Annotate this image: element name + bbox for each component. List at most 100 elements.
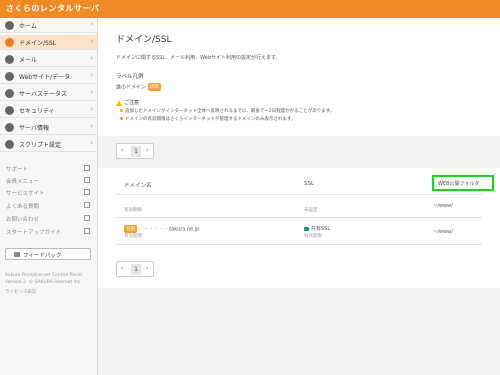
sidebar-item-label: メール — [19, 57, 38, 64]
column-header-web-folder: WEB公開フォルダ — [432, 175, 494, 191]
prev-page-button[interactable]: ‹ — [121, 147, 123, 154]
notice-text: 追加したドメインがインターネット全体へ反映されるまでに、最長で一2日程度かかるこ… — [125, 109, 335, 114]
sidebar-link-label: スタートアップガイド — [6, 230, 62, 236]
ssl-sub: 未設定 — [304, 208, 318, 213]
legend-row: 誰のドメイン 初期 — [116, 83, 161, 91]
footer-version: Version 2. © SAKURA Internet Inc. — [5, 280, 82, 285]
top-bar: さくらのレンタルサーバ — [0, 0, 500, 18]
sidebar-item-web[interactable]: Webサイト/データ › — [0, 69, 97, 84]
sidebar-link-label: サポート — [6, 167, 29, 173]
chevron-right-icon: › — [90, 20, 93, 28]
initial-badge: 初期 — [124, 225, 137, 233]
feedback-button[interactable]: フィードバック — [5, 248, 91, 260]
sidebar-link-faq[interactable]: よくある質問 — [0, 200, 97, 212]
notice-item: ドメインの有効期限はさくらインターネットが管理するドメインのみ表示されます。 — [120, 116, 296, 122]
domain-cell: 初期 ・・・・・・sakura.ne.jp — [124, 225, 199, 233]
bullet-icon — [120, 117, 123, 120]
ssl-expiry: 有効期限 — [304, 234, 322, 239]
column-header-domain: ドメイン名 — [124, 183, 152, 189]
chevron-right-icon: › — [90, 54, 93, 62]
sidebar-item-server-status[interactable]: サーバステータス › — [0, 86, 97, 101]
domain-expiry: 有効期限 — [124, 234, 142, 239]
comment-icon — [14, 252, 20, 257]
sidebar-item-label: Webサイト/データ — [19, 74, 71, 81]
chevron-right-icon: › — [90, 37, 93, 45]
external-link-icon — [84, 228, 90, 234]
table-divider — [116, 244, 482, 245]
prev-page-button[interactable]: ‹ — [121, 265, 123, 272]
pagination-top: ‹ 1 › — [116, 143, 154, 159]
domain-prefix: ・・・・・・ — [138, 226, 169, 233]
sidebar-link-label: サービスサイト — [6, 191, 45, 197]
page-title: ドメイン/SSL — [116, 35, 172, 45]
warning-icon — [116, 99, 122, 106]
notice-heading: ご注意 — [116, 99, 139, 106]
sidebar-link-support[interactable]: サポート — [0, 163, 97, 175]
script-icon — [5, 140, 14, 149]
initial-badge: 初期 — [147, 83, 161, 91]
shield-icon — [5, 106, 14, 115]
page-description: ドメインに関するSSL、メール利用、Webサイト利用の設定が行えます。 — [116, 55, 281, 61]
bullet-icon — [120, 109, 123, 112]
sidebar-item-label: ドメイン/SSL — [19, 40, 56, 47]
external-link-icon — [84, 165, 90, 171]
server-icon — [5, 89, 14, 98]
globe-icon — [5, 38, 14, 47]
web-icon — [5, 72, 14, 81]
notice-item: 追加したドメインがインターネット全体へ反映されるまでに、最長で一2日程度かかるこ… — [120, 108, 334, 114]
info-icon — [5, 123, 14, 132]
external-link-icon — [84, 177, 90, 183]
sidebar-link-contact[interactable]: お問い合わせ — [0, 213, 97, 225]
chevron-right-icon: › — [90, 88, 93, 96]
domain-name[interactable]: sakura.ne.jp — [169, 227, 200, 233]
footer-license-link[interactable]: ライセンス表記 — [5, 289, 36, 295]
chevron-right-icon: › — [90, 139, 93, 147]
sidebar-item-mail[interactable]: メール › — [0, 52, 97, 67]
lock-icon — [304, 226, 309, 231]
sidebar-item-label: スクリプト設定 — [19, 142, 62, 149]
mail-icon — [5, 55, 14, 64]
ssl-cell: 共有SSL — [304, 225, 330, 232]
sidebar-item-security[interactable]: セキュリティ › — [0, 103, 97, 118]
legend-heading: ラベル凡例 — [116, 74, 144, 80]
home-icon — [5, 21, 14, 30]
chevron-right-icon: › — [90, 71, 93, 79]
next-page-button[interactable]: › — [146, 147, 148, 154]
sidebar-item-label: サーバステータス — [19, 91, 67, 98]
main-content: ドメイン/SSL ドメインに関するSSL、メール利用、Webサイト利用の設定が行… — [98, 18, 500, 375]
web-folder: ~/www/ — [433, 203, 453, 209]
sidebar-item-label: サーバ情報 — [19, 125, 49, 132]
sidebar-item-home[interactable]: ホーム › — [0, 18, 97, 33]
chevron-right-icon: › — [90, 105, 93, 113]
sidebar-link-label: 会員メニュー — [6, 179, 40, 185]
sidebar-link-member-menu[interactable]: 会員メニュー — [0, 175, 97, 187]
pagination-bottom: ‹ 1 › — [116, 261, 154, 277]
next-page-button[interactable]: › — [146, 265, 148, 272]
column-header-ssl: SSL — [304, 181, 315, 187]
sidebar-link-label: よくある質問 — [6, 204, 40, 210]
ssl-status[interactable]: 共有SSL — [311, 226, 330, 232]
page-1-button[interactable]: 1 — [131, 146, 141, 157]
sidebar-item-script[interactable]: スクリプト設定 › — [0, 137, 97, 152]
brand-logo[interactable]: さくらのレンタルサーバ — [6, 3, 99, 14]
web-folder: ~/www/ — [433, 229, 453, 235]
column-header-web-label: WEB公開フォルダ — [438, 180, 480, 187]
notice-heading-text: ご注意 — [124, 100, 140, 106]
external-link-icon — [84, 189, 90, 195]
sidebar-item-label: ホーム — [19, 23, 37, 30]
external-link-icon — [84, 202, 90, 208]
sidebar-item-domain-ssl[interactable]: ドメイン/SSL › — [0, 35, 97, 50]
sidebar-link-startup-guide[interactable]: スタートアップガイド — [0, 226, 97, 238]
sidebar-item-server-info[interactable]: サーバ情報 › — [0, 120, 97, 135]
page-1-button[interactable]: 1 — [131, 264, 141, 275]
external-link-icon — [84, 215, 90, 221]
sidebar-link-service-site[interactable]: サービスサイト — [0, 187, 97, 199]
legend-text: 誰のドメイン — [116, 84, 147, 91]
table-divider — [116, 217, 482, 218]
sidebar: ホーム › ドメイン/SSL › メール › Webサイト/データ › サーバス… — [0, 18, 98, 375]
sidebar-item-label: セキュリティ — [19, 108, 55, 115]
footer-product: Sakura Rentalserver Control Panel — [5, 273, 82, 278]
table-divider — [116, 194, 482, 195]
feedback-label: フィードバック — [23, 253, 62, 259]
sidebar-link-label: お問い合わせ — [6, 217, 40, 223]
